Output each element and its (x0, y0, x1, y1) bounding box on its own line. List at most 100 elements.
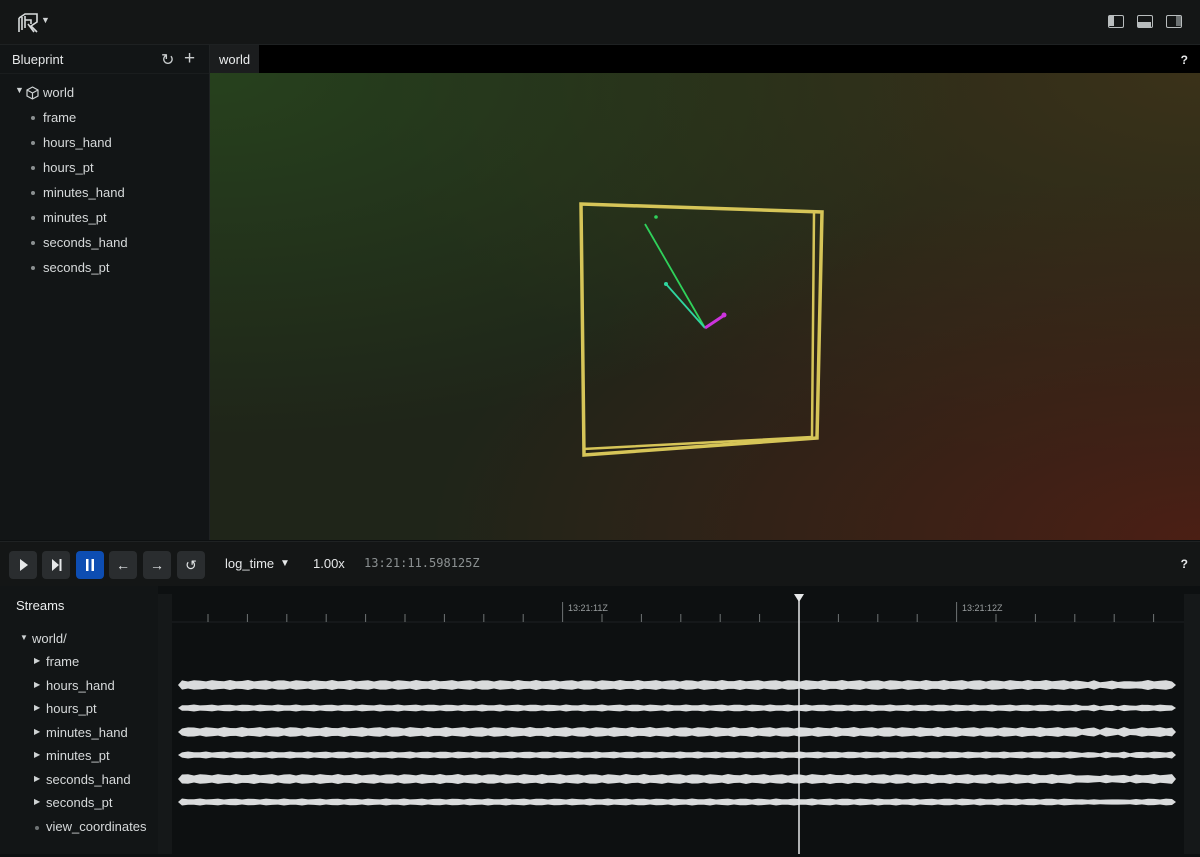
collapse-icon[interactable]: ▶ (34, 656, 40, 665)
stream-label: minutes_hand (46, 725, 128, 740)
add-icon[interactable]: + (184, 48, 195, 70)
stream-label: minutes_pt (46, 748, 110, 763)
tab-world[interactable]: world (210, 45, 259, 73)
stream-row-minutes-hand[interactable]: ▶ minutes_hand (0, 722, 158, 745)
tree-item-world[interactable]: ▼ world (0, 81, 209, 106)
toggle-left-panel-icon[interactable] (1108, 15, 1124, 28)
collapse-icon[interactable]: ▶ (34, 703, 40, 712)
timeline-gutter-left (158, 594, 172, 854)
collapse-icon[interactable]: ▶ (34, 680, 40, 689)
step-forward-button[interactable] (42, 551, 70, 579)
collapse-icon[interactable]: ▶ (34, 774, 40, 783)
tree-item-seconds-hand[interactable]: seconds_hand (0, 231, 209, 256)
stream-row-hours-hand[interactable]: ▶ hours_hand (0, 675, 158, 698)
tree-item-label: minutes_hand (43, 185, 125, 200)
tab-label: world (219, 52, 251, 67)
stream-row-seconds-hand[interactable]: ▶ seconds_hand (0, 769, 158, 792)
streams-panel: Streams ▼ world/ ▶ frame ▶ hours_hand ▶ hou… (0, 586, 158, 854)
entity-dot-icon (31, 266, 35, 270)
stream-label: frame (46, 654, 80, 669)
tree-item-minutes-pt[interactable]: minutes_pt (0, 206, 209, 231)
reset-icon[interactable]: ↻ (161, 50, 174, 70)
tree-item-label: seconds_hand (43, 235, 128, 250)
blueprint-tree: ▼ world frame hours_hand hours_pt minute… (0, 81, 209, 281)
tree-item-hours-hand[interactable]: hours_hand (0, 131, 209, 156)
pause-button[interactable] (76, 551, 104, 579)
3d-viewport[interactable] (210, 73, 1200, 540)
play-button[interactable] (9, 551, 37, 579)
top-bar: ▼ (0, 0, 1200, 45)
step-next-button[interactable]: → (143, 551, 171, 579)
step-back-button[interactable]: ← (109, 551, 137, 579)
view-tab-bar: world ? (210, 45, 1200, 73)
stream-label: hours_hand (46, 678, 115, 693)
tick-label: 13:21:11Z (568, 603, 608, 613)
entity-dot-icon (35, 826, 39, 830)
streams-title: Streams (16, 598, 65, 613)
tree-item-label: world (43, 85, 75, 100)
playback-speed[interactable]: 1.00x (313, 556, 345, 571)
arrow-left-icon: ← (116, 557, 130, 573)
stream-label: seconds_hand (46, 772, 131, 787)
play-icon (20, 559, 28, 571)
stream-bands (178, 680, 1176, 806)
minutes-hand (665, 283, 706, 329)
help-icon[interactable]: ? (1181, 53, 1188, 67)
tree-item-label: hours_hand (43, 135, 112, 150)
stream-label: hours_pt (46, 701, 97, 716)
tree-item-minutes-hand[interactable]: minutes_hand (0, 181, 209, 206)
menu-caret-icon[interactable]: ▼ (41, 15, 50, 25)
blueprint-panel: Blueprint ↻ + ▼ world frame hours_hand h… (0, 45, 210, 540)
time-cursor-handle-icon[interactable] (794, 594, 804, 602)
collapse-icon[interactable]: ▶ (34, 727, 40, 736)
timeline-gutter-right (1184, 594, 1200, 854)
stream-row-frame[interactable]: ▶ frame (0, 651, 158, 674)
stream-row-hours-pt[interactable]: ▶ hours_pt (0, 698, 158, 721)
toggle-bottom-panel-icon[interactable] (1137, 15, 1153, 28)
tree-item-frame[interactable]: frame (0, 106, 209, 131)
seconds-hand (644, 223, 706, 329)
stream-label: view_coordinates (46, 819, 147, 834)
tree-item-seconds-pt[interactable]: seconds_pt (0, 256, 209, 281)
timeline-canvas[interactable]: 13:21:11Z 13:21:12Z (158, 594, 1200, 854)
blueprint-header: Blueprint ↻ + (0, 45, 209, 74)
entity-dot-icon (31, 241, 35, 245)
tree-item-label: frame (43, 110, 77, 125)
rerun-logo-icon[interactable] (17, 12, 39, 34)
collapse-icon[interactable]: ▶ (34, 797, 40, 806)
stream-row-world[interactable]: ▼ world/ (0, 628, 158, 651)
dropdown-caret-icon[interactable]: ▼ (280, 558, 290, 569)
timeline-ticks (207, 602, 1194, 622)
help-icon[interactable]: ? (1181, 557, 1188, 571)
arrow-right-icon: → (150, 557, 164, 573)
stream-row-seconds-pt[interactable]: ▶ seconds_pt (0, 792, 158, 815)
entity-dot-icon (31, 191, 35, 195)
stream-band (178, 680, 1176, 690)
expand-icon[interactable]: ▼ (15, 85, 24, 95)
stream-band (178, 751, 1176, 759)
stream-row-view-coordinates[interactable]: view_coordinates (0, 816, 158, 839)
tree-item-label: minutes_pt (43, 210, 107, 225)
step-icon (52, 559, 62, 571)
stream-band (178, 774, 1176, 784)
hours-hand (704, 314, 724, 330)
stream-band (178, 727, 1176, 737)
tree-item-label: hours_pt (43, 160, 94, 175)
clock-frame (579, 202, 824, 457)
tree-item-label: seconds_pt (43, 260, 110, 275)
current-time[interactable]: 13:21:11.598125Z (364, 556, 480, 570)
toggle-right-panel-icon[interactable] (1166, 15, 1182, 28)
timeline-selector[interactable]: log_time (225, 556, 274, 571)
tree-item-hours-pt[interactable]: hours_pt (0, 156, 209, 181)
stream-band (178, 798, 1176, 806)
expand-icon[interactable]: ▼ (20, 633, 28, 642)
pause-icon (86, 559, 94, 571)
timeline-panel[interactable]: 13:21:11Z 13:21:12Z (158, 594, 1200, 854)
entity-dot-icon (31, 216, 35, 220)
loop-button[interactable]: ↺ (177, 551, 205, 579)
entity-dot-icon (31, 166, 35, 170)
entity-dot-icon (31, 141, 35, 145)
stream-row-minutes-pt[interactable]: ▶ minutes_pt (0, 745, 158, 768)
blueprint-title: Blueprint (12, 52, 64, 67)
collapse-icon[interactable]: ▶ (34, 750, 40, 759)
